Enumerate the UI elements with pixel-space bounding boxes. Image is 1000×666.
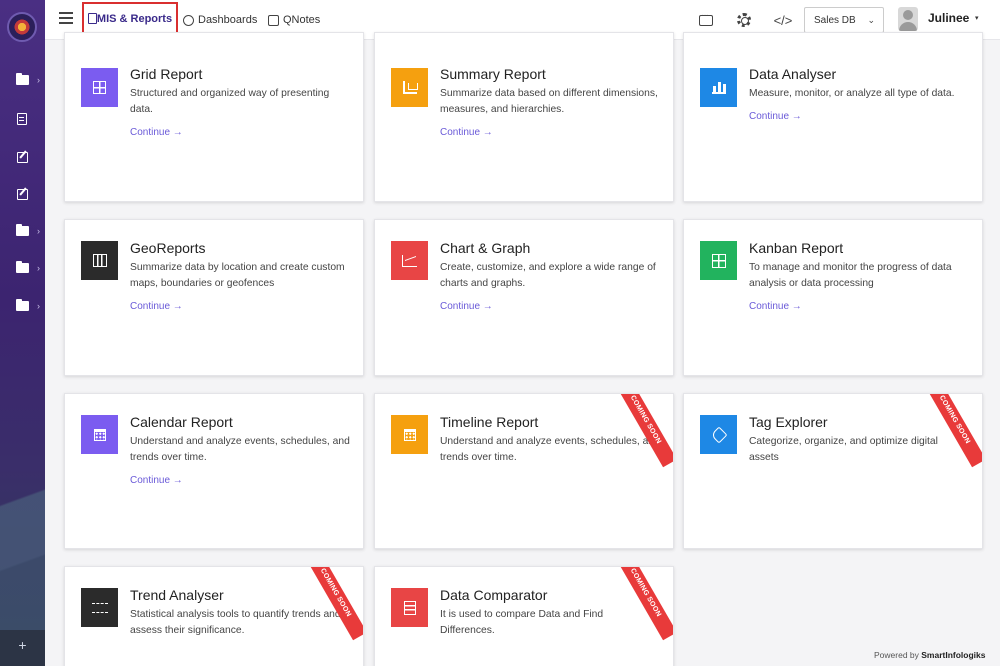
card-description: Categorize, organize, and optimize digit… bbox=[749, 436, 938, 463]
card-title: Calendar Report bbox=[130, 414, 233, 430]
card-chart-graph[interactable]: Chart & Graph Create, customize, and exp… bbox=[374, 219, 674, 376]
powered-by-label: Powered by bbox=[874, 650, 919, 660]
card-title: Grid Report bbox=[130, 66, 203, 82]
card-georeports[interactable]: GeoReports Summarize data by location an… bbox=[64, 219, 364, 376]
card-summary-report[interactable]: Summary Report Summarize data based on d… bbox=[374, 32, 674, 202]
sidebar-item-document[interactable] bbox=[0, 107, 45, 131]
grid-icon bbox=[81, 68, 118, 107]
sidebar-item-folder-4[interactable]: › bbox=[0, 294, 45, 318]
sidebar-item-folder-1[interactable]: › bbox=[0, 68, 45, 92]
kanban-icon bbox=[700, 241, 737, 280]
hamburger-menu-icon[interactable] bbox=[59, 12, 73, 24]
calendar-icon bbox=[81, 415, 118, 454]
nav-tab-label: MIS & Reports bbox=[96, 12, 173, 25]
card-title: Kanban Report bbox=[749, 240, 844, 256]
map-icon bbox=[81, 241, 118, 280]
sidebar: › › › › + bbox=[0, 0, 45, 666]
sidebar-item-edit-2[interactable] bbox=[0, 182, 45, 206]
user-name[interactable]: Julinee bbox=[928, 11, 969, 25]
folder-icon bbox=[15, 224, 29, 238]
code-icon[interactable]: </> bbox=[772, 11, 794, 29]
line-chart-icon bbox=[391, 241, 428, 280]
report-icon bbox=[87, 13, 97, 24]
continue-link[interactable]: Continue → bbox=[749, 111, 802, 122]
card-timeline-report[interactable]: Timeline Report Understand and analyze e… bbox=[374, 393, 674, 549]
card-description: Summarize data based on different dimens… bbox=[440, 88, 658, 115]
settings-gear-icon[interactable] bbox=[735, 11, 753, 29]
card-description: Statistical analysis tools to quantify t… bbox=[130, 609, 341, 636]
edit-icon bbox=[15, 150, 29, 164]
tag-icon bbox=[700, 415, 737, 454]
nav-tab-label: QNotes bbox=[283, 14, 321, 26]
bar-chart-icon bbox=[700, 68, 737, 107]
card-title: Data Comparator bbox=[440, 587, 548, 603]
card-title: Timeline Report bbox=[440, 414, 539, 430]
card-title: Data Analyser bbox=[749, 66, 837, 82]
chat-icon[interactable] bbox=[697, 10, 715, 29]
continue-link[interactable]: Continue → bbox=[130, 301, 183, 312]
dashboard-icon bbox=[183, 14, 194, 26]
user-menu-caret-icon[interactable]: ▾ bbox=[975, 14, 979, 22]
brand-name: SmartInfologiks bbox=[921, 650, 986, 660]
avatar[interactable] bbox=[898, 7, 918, 31]
sidebar-item-folder-3[interactable]: › bbox=[0, 256, 45, 280]
card-title: GeoReports bbox=[130, 240, 206, 256]
sidebar-background-image bbox=[0, 440, 45, 640]
trend-icon bbox=[81, 588, 118, 627]
continue-link[interactable]: Continue → bbox=[130, 127, 183, 138]
chevron-right-icon: › bbox=[37, 226, 40, 236]
continue-link[interactable]: Continue → bbox=[440, 127, 493, 138]
card-data-analyser[interactable]: Data Analyser Measure, monitor, or analy… bbox=[683, 32, 983, 202]
card-title: Summary Report bbox=[440, 66, 546, 82]
card-title: Trend Analyser bbox=[130, 587, 224, 603]
card-grid-report[interactable]: Grid Report Structured and organized way… bbox=[64, 32, 364, 202]
card-description: It is used to compare Data and Find Diff… bbox=[440, 609, 604, 636]
card-trend-analyser[interactable]: Trend Analyser Statistical analysis tool… bbox=[64, 566, 364, 666]
chevron-right-icon: › bbox=[37, 263, 40, 273]
card-calendar-report[interactable]: Calendar Report Understand and analyze e… bbox=[64, 393, 364, 549]
chevron-right-icon: › bbox=[37, 301, 40, 311]
add-icon[interactable]: + bbox=[0, 630, 45, 666]
chevron-right-icon: › bbox=[37, 75, 40, 85]
document-icon bbox=[15, 112, 29, 126]
nav-tab-label: Dashboards bbox=[198, 14, 258, 26]
card-description: Understand and analyze events, schedules… bbox=[130, 436, 350, 463]
notes-icon bbox=[268, 14, 279, 26]
powered-by-footer: Powered by SmartInfologiks bbox=[874, 650, 986, 660]
compare-icon bbox=[391, 588, 428, 627]
card-description: Create, customize, and explore a wide ra… bbox=[440, 262, 656, 289]
folder-icon bbox=[15, 261, 29, 275]
edit-icon bbox=[15, 187, 29, 201]
card-description: Summarize data by location and create cu… bbox=[130, 262, 345, 289]
chevron-down-icon: ⌄ bbox=[867, 15, 875, 25]
continue-link[interactable]: Continue → bbox=[749, 301, 802, 312]
card-description: Measure, monitor, or analyze all type of… bbox=[749, 88, 955, 99]
card-description: To manage and monitor the progress of da… bbox=[749, 262, 952, 289]
card-kanban-report[interactable]: Kanban Report To manage and monitor the … bbox=[683, 219, 983, 376]
card-description: Structured and organized way of presenti… bbox=[130, 88, 330, 115]
app-logo[interactable] bbox=[7, 12, 37, 42]
database-select[interactable]: Sales DB ⌄ bbox=[804, 7, 884, 33]
continue-link[interactable]: Continue → bbox=[130, 475, 183, 486]
card-description: Understand and analyze events, schedules… bbox=[440, 436, 660, 463]
continue-link[interactable]: Continue → bbox=[440, 301, 493, 312]
card-title: Tag Explorer bbox=[749, 414, 828, 430]
folder-icon bbox=[15, 73, 29, 87]
sidebar-item-folder-2[interactable]: › bbox=[0, 219, 45, 243]
timeline-icon bbox=[391, 415, 428, 454]
summary-icon bbox=[391, 68, 428, 107]
database-select-value: Sales DB bbox=[814, 14, 856, 26]
nav-tab-mis-reports[interactable]: MIS & Reports bbox=[82, 2, 178, 35]
card-title: Chart & Graph bbox=[440, 240, 531, 256]
sidebar-item-edit-1[interactable] bbox=[0, 145, 45, 169]
card-data-comparator[interactable]: Data Comparator It is used to compare Da… bbox=[374, 566, 674, 666]
card-tag-explorer[interactable]: Tag Explorer Categorize, organize, and o… bbox=[683, 393, 983, 549]
folder-icon bbox=[15, 299, 29, 313]
